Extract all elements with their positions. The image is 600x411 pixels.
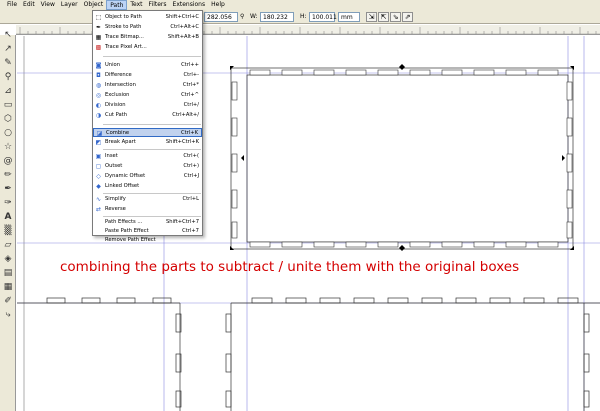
upper-tabs: [231, 69, 573, 248]
menu-item-dynamic-offset[interactable]: ◇ Dynamic Offset Ctrl+J: [93, 172, 202, 181]
menu-separator: [103, 193, 201, 194]
menu-item-object-to-path[interactable]: ⬚ Object to Path Shift+Ctrl+C: [93, 13, 202, 22]
measure-tool-icon[interactable]: ⊿: [2, 85, 14, 97]
menu-separator: [103, 149, 201, 150]
scale-corners-icon[interactable]: ⇱: [378, 12, 389, 22]
spiral-tool-icon[interactable]: @: [2, 155, 14, 167]
menu-item-intersection[interactable]: ◍ Intersection Ctrl+*: [93, 81, 202, 90]
x-field[interactable]: 282.056: [204, 12, 238, 22]
menu-item-combine[interactable]: ◪ Combine Ctrl+K: [93, 128, 202, 137]
menu-layer[interactable]: Layer: [58, 0, 81, 10]
annotation-caption: combining the parts to subtract / unite …: [60, 259, 520, 275]
reverse-icon: ⇄: [95, 206, 102, 213]
tweak-tool-icon[interactable]: ✎: [2, 57, 14, 69]
text-tool-icon[interactable]: A: [2, 211, 14, 223]
menu-view[interactable]: View: [38, 0, 58, 10]
intersection-icon: ◍: [95, 82, 102, 89]
upper-box: [230, 67, 574, 250]
lock-icon[interactable]: ⚲: [240, 12, 244, 22]
inset-icon: ▣: [95, 153, 102, 160]
difference-icon: ◘: [96, 72, 101, 79]
menu-item-path-effects[interactable]: Path Effects ... Shift+Ctrl+7: [93, 218, 202, 227]
menu-item-paste-path-effect[interactable]: Paste Path Effect Ctrl+7: [93, 227, 202, 236]
spray-tool-icon[interactable]: ▒: [2, 225, 14, 237]
break-apart-icon: ◩: [95, 139, 102, 146]
zoom-tool-icon[interactable]: ⚲: [2, 71, 14, 83]
menu-separator: [103, 56, 201, 57]
bucket-tool-icon[interactable]: ◈: [2, 253, 14, 265]
selection-handles: [230, 64, 574, 251]
cut-path-icon: ◑: [95, 112, 102, 119]
stroke-to-path-icon: ✒: [95, 24, 102, 31]
menu-separator: [103, 216, 201, 217]
menu-item-simplify[interactable]: ∿ Simplify Ctrl+L: [93, 195, 202, 204]
menu-item-trace-bitmap[interactable]: ▦ Trace Bitmap... Shift+Alt+B: [93, 33, 202, 42]
node-tool-icon[interactable]: ↗: [2, 43, 14, 55]
lower-right-box: [225, 297, 600, 411]
h-label: H:: [300, 13, 307, 20]
menu-item-exclusion[interactable]: ◎ Exclusion Ctrl+^: [93, 91, 202, 100]
menu-item-stroke-to-path[interactable]: ✒ Stroke to Path Ctrl+Alt+C: [93, 23, 202, 32]
dropper-tool-icon[interactable]: ✐: [2, 295, 14, 307]
menu-item-division[interactable]: ◐ Division Ctrl+/: [93, 101, 202, 110]
menu-object[interactable]: Object: [81, 0, 107, 10]
unit-select[interactable]: mm: [338, 12, 360, 22]
calligraphy-tool-icon[interactable]: ✑: [2, 197, 14, 209]
menu-filters[interactable]: Filters: [146, 0, 170, 10]
w-label: W:: [250, 13, 258, 20]
menu-item-inset[interactable]: ▣ Inset Ctrl+(: [93, 152, 202, 161]
menu-item-union[interactable]: ◙ Union Ctrl++: [93, 61, 202, 70]
toolbox: ↖ ↗ ✎ ⚲ ⊿ ▭ ⬡ ○ ☆ @ ✏ ✒ ✑ A ▒ ▱ ◈ ▤ ▦ ✐ …: [0, 25, 16, 411]
combine-icon: ◪: [96, 130, 103, 137]
menu-item-outset[interactable]: ▢ Outset Ctrl+): [93, 162, 202, 171]
h-field[interactable]: 100.011: [309, 12, 337, 22]
object-to-path-icon: ⬚: [95, 14, 102, 21]
menu-text[interactable]: Text: [127, 0, 145, 10]
w-field[interactable]: 180.232: [260, 12, 294, 22]
simplify-icon: ∿: [95, 196, 102, 203]
connector-tool-icon[interactable]: ⤷: [2, 309, 14, 321]
trace-pixel-art-icon: ▩: [95, 44, 102, 51]
eraser-tool-icon[interactable]: ▱: [2, 239, 14, 251]
lower-left-box: [17, 297, 182, 411]
menu-separator: [103, 124, 201, 125]
menu-bar: File Edit View Layer Object Path Text Fi…: [0, 0, 600, 10]
mesh-tool-icon[interactable]: ▦: [2, 281, 14, 293]
outset-icon: ▢: [95, 163, 102, 170]
pencil-tool-icon[interactable]: ✏: [2, 169, 14, 181]
3d-box-tool-icon[interactable]: ⬡: [2, 113, 14, 125]
menu-help[interactable]: Help: [208, 0, 228, 10]
menu-item-difference[interactable]: ◘ Difference Ctrl+-: [93, 71, 202, 80]
gradient-tool-icon[interactable]: ▤: [2, 267, 14, 279]
pen-tool-icon[interactable]: ✒: [2, 183, 14, 195]
menu-edit[interactable]: Edit: [20, 0, 38, 10]
rectangle-tool-icon[interactable]: ▭: [2, 99, 14, 111]
ellipse-tool-icon[interactable]: ○: [2, 127, 14, 139]
menu-item-linked-offset[interactable]: ◆ Linked Offset: [93, 182, 202, 191]
scale-stroke-icon[interactable]: ⇲: [366, 12, 377, 22]
union-icon: ◙: [95, 62, 102, 69]
move-gradients-icon[interactable]: ⇘: [390, 12, 401, 22]
move-patterns-icon[interactable]: ⇗: [402, 12, 413, 22]
tool-controls-bar: 282.056 ⚲ W: 180.232 H: 100.011 mm ⇲ ⇱ ⇘…: [0, 10, 600, 24]
star-tool-icon[interactable]: ☆: [2, 141, 14, 153]
menu-item-cut-path[interactable]: ◑ Cut Path Ctrl+Alt+/: [93, 111, 202, 120]
trace-bitmap-icon: ▦: [95, 34, 102, 41]
menu-item-remove-path-effect[interactable]: Remove Path Effect: [93, 236, 202, 244]
exclusion-icon: ◎: [95, 92, 102, 99]
menu-file[interactable]: File: [4, 0, 20, 10]
linked-offset-icon: ◆: [96, 183, 101, 190]
menu-item-trace-pixel-art[interactable]: ▩ Trace Pixel Art...: [93, 43, 202, 52]
division-icon: ◐: [95, 102, 102, 109]
menu-item-reverse[interactable]: ⇄ Reverse: [93, 205, 202, 214]
dynamic-offset-icon: ◇: [96, 173, 101, 180]
menu-extensions[interactable]: Extensions: [170, 0, 209, 10]
menu-item-break-apart[interactable]: ◩ Break Apart Shift+Ctrl+K: [93, 138, 202, 147]
path-menu-dropdown: ⬚ Object to Path Shift+Ctrl+C ✒ Stroke t…: [92, 10, 203, 243]
menu-path[interactable]: Path: [106, 0, 128, 10]
selector-tool-icon[interactable]: ↖: [2, 29, 14, 41]
